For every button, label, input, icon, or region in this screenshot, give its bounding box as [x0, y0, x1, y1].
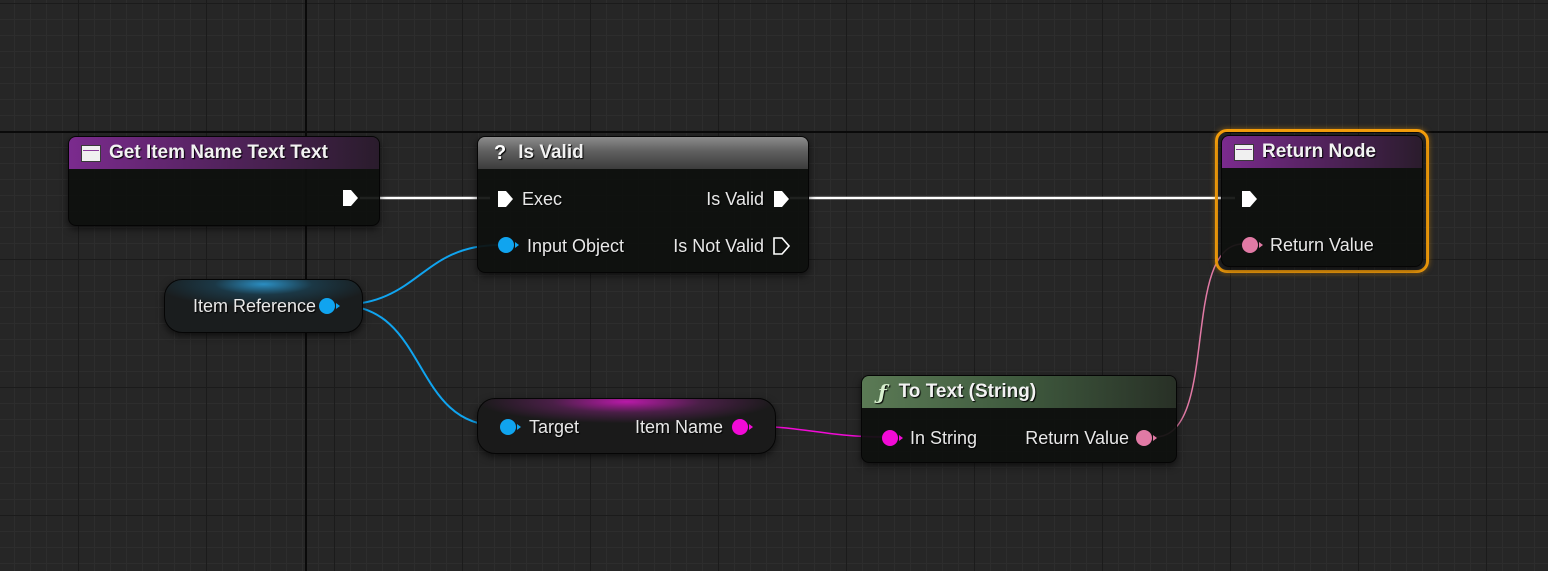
is-valid-exec-out-pin[interactable] — [772, 190, 790, 208]
function-entry-node-header[interactable]: Get Item Name Text Text — [69, 137, 379, 169]
is-not-valid-exec-out-pin[interactable] — [772, 237, 790, 255]
in-string-label: In String — [910, 428, 978, 448]
question-mark-icon: ? — [494, 141, 507, 164]
return-value-label: Return Value — [1270, 235, 1374, 255]
item-reference-out-pin[interactable] — [319, 298, 340, 314]
input-object-pin[interactable] — [498, 237, 519, 253]
to-text-node[interactable]: ƒ To Text (String) In String Return Valu… — [861, 375, 1177, 463]
input-object-label: Input Object — [527, 236, 625, 256]
is-valid-pin-label: Is Valid — [706, 189, 764, 209]
get-item-name-node[interactable]: Target Item Name — [477, 398, 776, 454]
item-name-out-pin[interactable] — [732, 419, 753, 435]
return-function-icon — [1234, 143, 1254, 161]
f-function-icon: ƒ — [878, 380, 887, 404]
to-text-return-value-pin[interactable] — [1136, 430, 1157, 446]
function-entry-node[interactable]: Get Item Name Text Text — [68, 136, 380, 226]
item-reference-label: Item Reference — [193, 296, 317, 316]
return-exec-in-pin[interactable] — [1240, 190, 1258, 208]
exec-pin-label: Exec — [522, 189, 563, 209]
is-valid-title: Is Valid — [518, 142, 584, 163]
return-node-title: Return Node — [1262, 141, 1376, 162]
is-valid-node[interactable]: ? Is Valid Exec Input Object Is Valid Is… — [477, 136, 809, 273]
function-entry-title: Get Item Name Text Text — [109, 142, 328, 163]
object-wire-ref-to-target[interactable] — [337, 304, 501, 427]
target-label: Target — [529, 417, 580, 437]
to-text-title: To Text (String) — [898, 381, 1037, 402]
is-valid-node-header[interactable]: ? Is Valid — [478, 137, 808, 169]
to-text-node-header[interactable]: ƒ To Text (String) — [862, 376, 1176, 408]
function-entry-icon — [81, 144, 101, 162]
item-reference-node[interactable]: Item Reference — [164, 279, 363, 333]
exec-out-pin[interactable] — [341, 189, 359, 207]
to-text-return-value-label: Return Value — [1025, 428, 1129, 448]
is-not-valid-pin-label: Is Not Valid — [673, 236, 764, 256]
return-node-header[interactable]: Return Node — [1222, 136, 1422, 168]
return-value-pin[interactable] — [1242, 237, 1263, 253]
target-pin[interactable] — [500, 419, 521, 435]
in-string-pin[interactable] — [882, 430, 903, 446]
exec-in-pin[interactable] — [496, 190, 514, 208]
item-name-label: Item Name — [634, 417, 723, 437]
return-node[interactable]: Return Node Return Value — [1221, 135, 1423, 267]
